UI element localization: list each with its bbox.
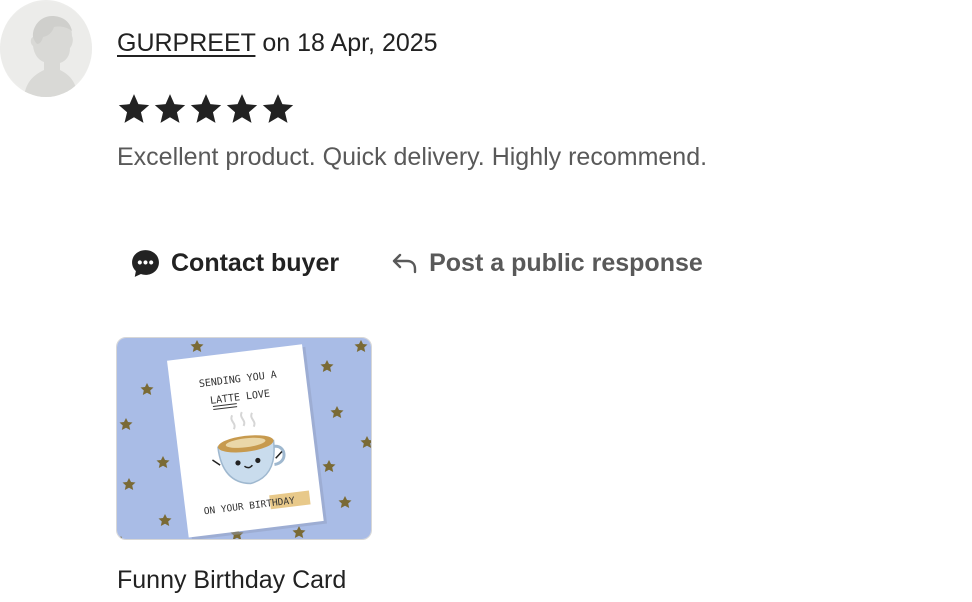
contact-buyer-label: Contact buyer	[171, 249, 340, 277]
review-date: on 18 Apr, 2025	[255, 29, 438, 57]
star-icon	[154, 94, 186, 123]
greeting-card: SENDING YOU A LATTE LOVE ON YOUR BIRTHDA…	[167, 344, 328, 539]
reviewer-avatar[interactable]	[0, 0, 92, 97]
person-silhouette-icon	[0, 2, 92, 97]
review-actions: Contact buyer Post a public response	[130, 246, 703, 280]
star-icon	[118, 94, 150, 123]
product-thumbnail[interactable]: SENDING YOU A LATTE LOVE ON YOUR BIRTHDA…	[116, 337, 372, 540]
reply-arrow-icon	[391, 251, 419, 275]
star-icon	[262, 94, 294, 123]
product-title-link[interactable]: Funny Birthday Card	[117, 564, 346, 596]
review-text: Excellent product. Quick delivery. Highl…	[117, 143, 708, 171]
star-rating	[117, 92, 295, 126]
post-public-response-label: Post a public response	[429, 249, 703, 277]
post-public-response-button[interactable]: Post a public response	[391, 246, 703, 280]
reviewer-name-link[interactable]: GURPREET	[117, 29, 255, 57]
star-icon	[226, 94, 258, 123]
speech-bubble-icon	[130, 248, 161, 279]
contact-buyer-button[interactable]: Contact buyer	[130, 246, 339, 280]
review-header: GURPREET on 18 Apr, 2025	[117, 27, 438, 59]
star-icon	[190, 94, 222, 123]
birthday-card-image: SENDING YOU A LATTE LOVE ON YOUR BIRTHDA…	[117, 338, 371, 539]
